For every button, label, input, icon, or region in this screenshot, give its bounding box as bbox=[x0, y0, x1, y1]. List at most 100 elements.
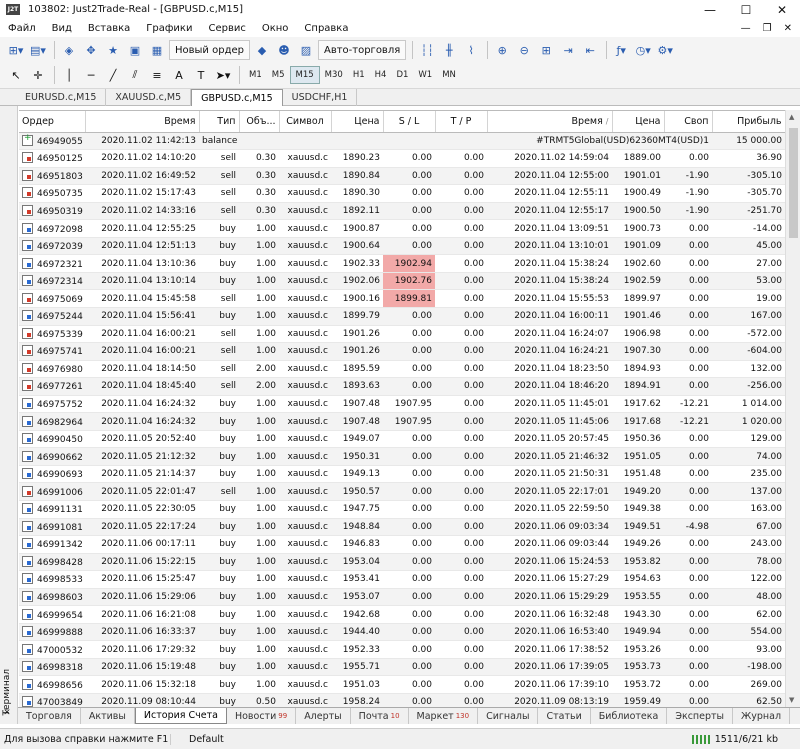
tile-windows-icon[interactable]: ⊞ bbox=[536, 40, 556, 60]
col-close-price[interactable]: Цена bbox=[612, 111, 665, 133]
terminal-tab-10[interactable]: Эксперты bbox=[667, 708, 734, 724]
table-row[interactable]: 46990450 2020.11.05 20:52:40 buy 1.00 xauusd… bbox=[19, 430, 785, 449]
menu-close-button[interactable]: ✕ bbox=[784, 23, 792, 34]
timeframe-h1[interactable]: H1 bbox=[348, 66, 370, 84]
col-symbol[interactable]: Символ bbox=[279, 111, 332, 133]
minimize-button[interactable]: — bbox=[692, 0, 728, 19]
table-row[interactable]: 46950319 2020.11.02 14:33:16 sell 0.30 xauus… bbox=[19, 202, 785, 221]
terminal-tab-5[interactable]: Почта 10 bbox=[351, 708, 409, 724]
account-icon[interactable]: ☻ bbox=[274, 40, 294, 60]
menu-restore-button[interactable]: ❐ bbox=[763, 23, 772, 34]
table-row[interactable]: 46991081 2020.11.05 22:17:24 buy 1.00 xauusd… bbox=[19, 518, 785, 537]
table-row[interactable]: 46975339 2020.11.04 16:00:21 sell 1.00 xauus… bbox=[19, 325, 785, 344]
table-row[interactable]: 46975741 2020.11.04 16:00:21 sell 1.00 xauus… bbox=[19, 342, 785, 361]
vertical-scrollbar[interactable]: ▲ ▼ bbox=[785, 110, 800, 707]
candlestick-icon[interactable]: ╫ bbox=[439, 40, 459, 60]
fibonacci-icon[interactable]: ≡ bbox=[147, 65, 167, 85]
new-chart-icon[interactable]: ⊞▾ bbox=[6, 40, 26, 60]
table-row[interactable]: 46972039 2020.11.04 12:51:13 buy 1.00 xauusd… bbox=[19, 237, 785, 256]
terminal-tab-4[interactable]: Алерты bbox=[296, 708, 351, 724]
profiles-icon[interactable]: ▤▾ bbox=[28, 40, 48, 60]
timeframe-w1[interactable]: W1 bbox=[413, 66, 437, 84]
cursor-icon[interactable]: ↖ bbox=[6, 65, 26, 85]
text-icon[interactable]: A bbox=[169, 65, 189, 85]
table-row[interactable]: 46975244 2020.11.04 15:56:41 buy 1.00 xauusd… bbox=[19, 307, 785, 326]
terminal-tab-0[interactable]: Торговля bbox=[18, 708, 81, 724]
timeframe-h4[interactable]: H4 bbox=[370, 66, 392, 84]
table-row[interactable]: 46991131 2020.11.05 22:30:05 buy 1.00 xauusd… bbox=[19, 500, 785, 519]
market-watch-icon[interactable]: ◈ bbox=[59, 40, 79, 60]
col-profit[interactable]: Прибыль bbox=[712, 111, 785, 133]
col-open-price[interactable]: Цена bbox=[331, 111, 384, 133]
menu-minimize-button[interactable]: — bbox=[741, 23, 751, 34]
col-tp[interactable]: T / P bbox=[435, 111, 488, 133]
table-row[interactable]: 46998603 2020.11.06 15:29:06 buy 1.00 xauusd… bbox=[19, 588, 785, 607]
close-button[interactable]: ✕ bbox=[764, 0, 800, 19]
timeframe-m30[interactable]: M30 bbox=[320, 66, 348, 84]
table-row[interactable]: 46972314 2020.11.04 13:10:14 buy 1.00 xauusd… bbox=[19, 272, 785, 291]
terminal-tab-8[interactable]: Статьи bbox=[538, 708, 591, 724]
scroll-down-icon[interactable]: ▼ bbox=[789, 696, 794, 704]
table-row[interactable]: 46990693 2020.11.05 21:14:37 buy 1.00 xauusd… bbox=[19, 465, 785, 484]
col-order[interactable]: Ордер bbox=[19, 111, 86, 133]
col-type[interactable]: Тип bbox=[199, 111, 240, 133]
line-chart-icon[interactable]: ⌇ bbox=[461, 40, 481, 60]
table-row[interactable]: 46998533 2020.11.06 15:25:47 buy 1.00 xauusd… bbox=[19, 570, 785, 589]
terminal-icon[interactable]: ▣ bbox=[125, 40, 145, 60]
table-row[interactable]: 46972321 2020.11.04 13:10:36 buy 1.00 xauusd… bbox=[19, 254, 785, 273]
chart-tab-usdchf[interactable]: USDCHF,H1 bbox=[283, 89, 358, 106]
table-row[interactable]: 46950125 2020.11.02 14:10:20 sell 0.30 xauus… bbox=[19, 149, 785, 168]
balance-row[interactable]: 46949055 2020.11.02 11:42:13 balance #TR… bbox=[19, 132, 785, 151]
autotrading-button[interactable]: Авто-торговля bbox=[317, 40, 407, 60]
chart-tab-xauusd[interactable]: XAUUSD.c,M5 bbox=[106, 89, 192, 106]
timeframe-m1[interactable]: M1 bbox=[244, 66, 267, 84]
table-row[interactable]: 46999654 2020.11.06 16:21:08 buy 1.00 xauusd… bbox=[19, 605, 785, 624]
table-row[interactable]: 46975069 2020.11.04 15:45:58 sell 1.00 xauus… bbox=[19, 289, 785, 308]
trendline-icon[interactable]: ╱ bbox=[103, 65, 123, 85]
periods-icon[interactable]: ◷▾ bbox=[633, 40, 653, 60]
terminal-tab-7[interactable]: Сигналы bbox=[478, 708, 539, 724]
terminal-close-icon[interactable]: × bbox=[2, 108, 12, 716]
table-row[interactable]: 46972098 2020.11.04 12:55:25 buy 1.00 xauusd… bbox=[19, 219, 785, 238]
menu-tools[interactable]: Сервис bbox=[200, 23, 253, 34]
menu-charts[interactable]: Графики bbox=[138, 23, 200, 34]
navigator-icon[interactable]: ★ bbox=[103, 40, 123, 60]
menu-insert[interactable]: Вставка bbox=[80, 23, 138, 34]
terminal-tab-9[interactable]: Библиотека bbox=[591, 708, 668, 724]
table-row[interactable]: 47003849 2020.11.09 08:10:44 buy 0.50 xauusd… bbox=[19, 693, 785, 707]
menu-help[interactable]: Справка bbox=[296, 23, 356, 34]
table-row[interactable]: 46991342 2020.11.06 00:17:11 buy 1.00 xauusd… bbox=[19, 535, 785, 554]
zoom-in-icon[interactable]: ⊕ bbox=[492, 40, 512, 60]
col-open-time[interactable]: Время bbox=[85, 111, 200, 133]
table-row[interactable]: 46991006 2020.11.05 22:01:47 sell 1.00 xauus… bbox=[19, 482, 785, 501]
channel-icon[interactable]: ⫽ bbox=[125, 65, 145, 85]
timeframe-m5[interactable]: M5 bbox=[267, 66, 290, 84]
crosshair-icon[interactable]: ✛ bbox=[28, 65, 48, 85]
table-row[interactable]: 47000532 2020.11.06 17:29:32 buy 1.00 xauusd… bbox=[19, 640, 785, 659]
col-swap[interactable]: Своп bbox=[664, 111, 713, 133]
timeframe-mn[interactable]: MN bbox=[437, 66, 461, 84]
maximize-button[interactable]: ☐ bbox=[728, 0, 764, 19]
terminal-tab-1[interactable]: Активы bbox=[81, 708, 135, 724]
signals-icon[interactable]: ▨ bbox=[296, 40, 316, 60]
auto-scroll-icon[interactable]: ⇥ bbox=[558, 40, 578, 60]
table-row[interactable]: 46990662 2020.11.05 21:12:32 buy 1.00 xauusd… bbox=[19, 447, 785, 466]
bar-chart-icon[interactable]: ┆┆ bbox=[417, 40, 437, 60]
menu-view[interactable]: Вид bbox=[44, 23, 80, 34]
table-row[interactable]: 46950735 2020.11.02 15:17:43 sell 0.30 xauus… bbox=[19, 184, 785, 203]
chart-tab-gbpusd[interactable]: GBPUSD.c,M15 bbox=[191, 89, 283, 106]
text-label-icon[interactable]: T bbox=[191, 65, 211, 85]
table-row[interactable]: 46998318 2020.11.06 15:19:48 buy 1.00 xauusd… bbox=[19, 658, 785, 677]
strategy-tester-icon[interactable]: ▦ bbox=[147, 40, 167, 60]
table-row[interactable]: 46998428 2020.11.06 15:22:15 buy 1.00 xauusd… bbox=[19, 553, 785, 572]
table-row[interactable]: 46975752 2020.11.04 16:24:32 buy 1.00 xauusd… bbox=[19, 395, 785, 414]
arrows-icon[interactable]: ➤▾ bbox=[213, 65, 233, 85]
timeframe-d1[interactable]: D1 bbox=[391, 66, 413, 84]
templates-icon[interactable]: ⚙▾ bbox=[655, 40, 675, 60]
timeframe-m15[interactable]: M15 bbox=[289, 66, 320, 84]
zoom-out-icon[interactable]: ⊖ bbox=[514, 40, 534, 60]
menu-window[interactable]: Окно bbox=[254, 23, 297, 34]
col-volume[interactable]: Объ... bbox=[239, 111, 280, 133]
terminal-tab-11[interactable]: Журнал bbox=[733, 708, 791, 724]
new-order-button[interactable]: Новый ордер bbox=[169, 40, 250, 60]
